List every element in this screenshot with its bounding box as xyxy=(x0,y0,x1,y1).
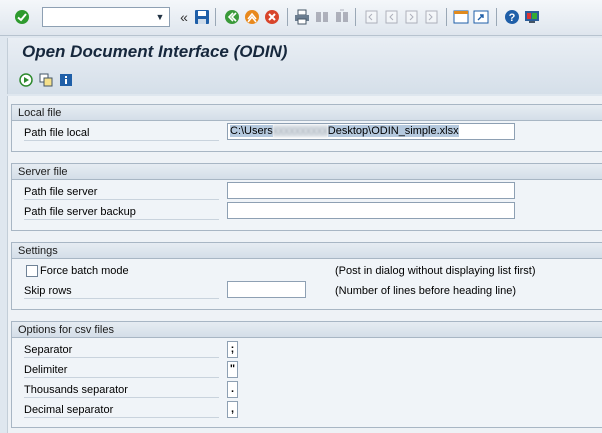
skip-rows-label: Skip rows xyxy=(24,283,219,299)
path-file-server-label: Path file server xyxy=(24,184,219,200)
row-thousands-separator: Thousands separator . xyxy=(12,380,602,400)
path-file-local-label: Path file local xyxy=(24,125,219,141)
find-icon[interactable] xyxy=(313,8,331,26)
row-path-file-local: Path file local C:\UsersxxxxxxxxxxDeskto… xyxy=(12,123,602,143)
redacted-username: xxxxxxxxxx xyxy=(272,125,328,137)
separator-input[interactable]: ; xyxy=(227,341,238,358)
print-icon[interactable] xyxy=(293,8,311,26)
row-path-file-server: Path file server xyxy=(12,182,602,202)
svg-text:?: ? xyxy=(509,12,516,24)
skip-rows-hint: (Number of lines before heading line) xyxy=(335,285,516,297)
force-batch-checkbox[interactable] xyxy=(26,265,38,277)
path-file-server-input[interactable] xyxy=(227,182,515,199)
group-local-file: Local file Path file local C:\Usersxxxxx… xyxy=(11,104,602,152)
path-suffix: Desktop\ODIN_simple.xlsx xyxy=(327,125,459,137)
find-next-icon[interactable] xyxy=(333,8,351,26)
path-file-server-backup-label: Path file server backup xyxy=(24,204,219,220)
row-separator: Separator ; xyxy=(12,340,602,360)
row-delimiter: Delimiter " xyxy=(12,360,602,380)
group-title: Settings xyxy=(12,243,602,259)
title-area: Open Document Interface (ODIN) xyxy=(7,38,602,94)
separator-label: Separator xyxy=(24,342,219,358)
group-title: Local file xyxy=(12,105,602,121)
path-prefix: C:\Users xyxy=(230,125,273,137)
decimal-separator-label: Decimal separator xyxy=(24,402,219,418)
path-file-local-input[interactable]: C:\UsersxxxxxxxxxxDesktop\ODIN_simple.xl… xyxy=(227,123,515,140)
enter-icon[interactable] xyxy=(13,8,31,26)
row-path-file-server-backup: Path file server backup xyxy=(12,202,602,222)
exit-icon[interactable] xyxy=(243,8,261,26)
group-settings: Settings Force batch mode (Post in dialo… xyxy=(11,242,602,310)
info-icon[interactable] xyxy=(58,72,74,88)
delimiter-input[interactable]: " xyxy=(227,361,238,378)
chevron-down-icon[interactable]: ▼ xyxy=(153,10,167,24)
last-page-icon[interactable] xyxy=(422,8,440,26)
delimiter-label: Delimiter xyxy=(24,362,219,378)
standard-toolbar: ▼ « ? xyxy=(0,0,602,36)
next-page-icon[interactable] xyxy=(402,8,420,26)
cancel-icon[interactable] xyxy=(263,8,281,26)
back-icon[interactable] xyxy=(223,8,241,26)
thousands-separator-label: Thousands separator xyxy=(24,382,219,398)
decimal-separator-input[interactable]: , xyxy=(227,401,238,418)
group-title: Server file xyxy=(12,164,602,180)
create-session-icon[interactable] xyxy=(452,8,470,26)
row-decimal-separator: Decimal separator , xyxy=(12,400,602,420)
skip-rows-input[interactable] xyxy=(227,281,306,298)
main-content: Local file Path file local C:\Usersxxxxx… xyxy=(7,96,602,433)
page-title: Open Document Interface (ODIN) xyxy=(22,42,288,61)
group-title: Options for csv files xyxy=(12,322,602,338)
force-batch-hint: (Post in dialog without displaying list … xyxy=(335,265,536,277)
force-batch-label: Force batch mode xyxy=(40,265,129,277)
back-double-arrow-icon[interactable]: « xyxy=(175,8,193,26)
group-csv-options: Options for csv files Separator ; Delimi… xyxy=(11,321,602,428)
customize-layout-icon[interactable] xyxy=(523,8,541,26)
execute-icon[interactable] xyxy=(18,72,34,88)
previous-page-icon[interactable] xyxy=(382,8,400,26)
row-skip-rows: Skip rows (Number of lines before headin… xyxy=(12,281,602,301)
first-page-icon[interactable] xyxy=(362,8,380,26)
path-file-server-backup-input[interactable] xyxy=(227,202,515,219)
command-field[interactable]: ▼ xyxy=(42,7,170,27)
shortcut-icon[interactable] xyxy=(472,8,490,26)
help-icon[interactable]: ? xyxy=(503,8,521,26)
save-icon[interactable] xyxy=(193,8,211,26)
get-variant-icon[interactable] xyxy=(38,72,54,88)
thousands-separator-input[interactable]: . xyxy=(227,381,238,398)
group-server-file: Server file Path file server Path file s… xyxy=(11,163,602,231)
row-force-batch: Force batch mode (Post in dialog without… xyxy=(12,261,602,281)
